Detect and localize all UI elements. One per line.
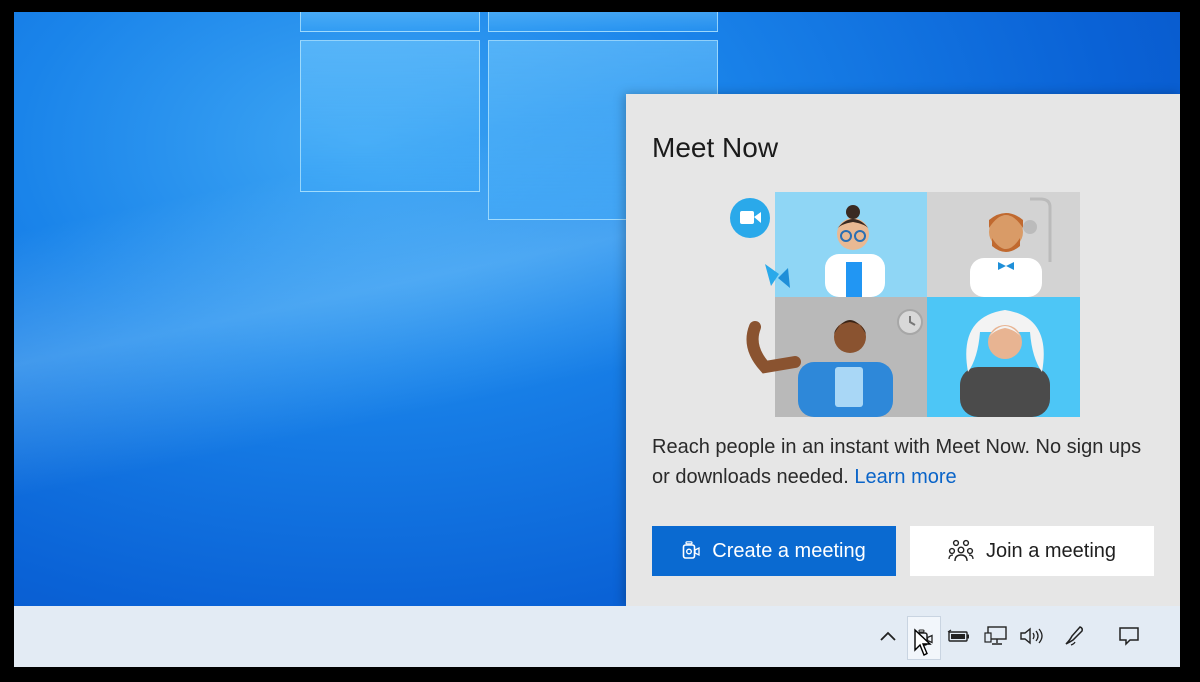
join-meeting-label: Join a meeting: [985, 539, 1117, 562]
meet-now-illustration: [730, 192, 1080, 417]
meet-now-flyout: Meet Now Reach people in an instant with…: [626, 94, 1180, 606]
join-meeting-button[interactable]: Join a meeting: [910, 526, 1154, 576]
battery-icon[interactable]: [942, 619, 976, 653]
flyout-title: Meet Now: [652, 132, 779, 163]
flyout-description: Reach people in an instant with Meet Now…: [652, 432, 1152, 492]
meet-now-icon: [682, 541, 700, 559]
wallpaper-window-pane: [488, 12, 718, 32]
network-icon[interactable]: [980, 619, 1014, 653]
create-meeting-button[interactable]: Create a meeting: [652, 526, 896, 576]
learn-more-link[interactable]: Learn more: [854, 466, 956, 488]
mouse-cursor-icon: [914, 628, 932, 656]
volume-icon[interactable]: [1014, 619, 1048, 653]
chevron-up-icon[interactable]: [871, 619, 905, 653]
desktop: Meet Now Reach people in an instant with…: [14, 12, 1180, 667]
create-meeting-label: Create a meeting: [712, 539, 866, 562]
wallpaper-window-pane: [300, 40, 480, 192]
wallpaper-window-pane: [300, 12, 480, 32]
pen-icon[interactable]: [1057, 619, 1091, 653]
taskbar: [14, 606, 1180, 667]
notifications-icon[interactable]: [1112, 619, 1146, 653]
people-icon: [948, 539, 974, 562]
